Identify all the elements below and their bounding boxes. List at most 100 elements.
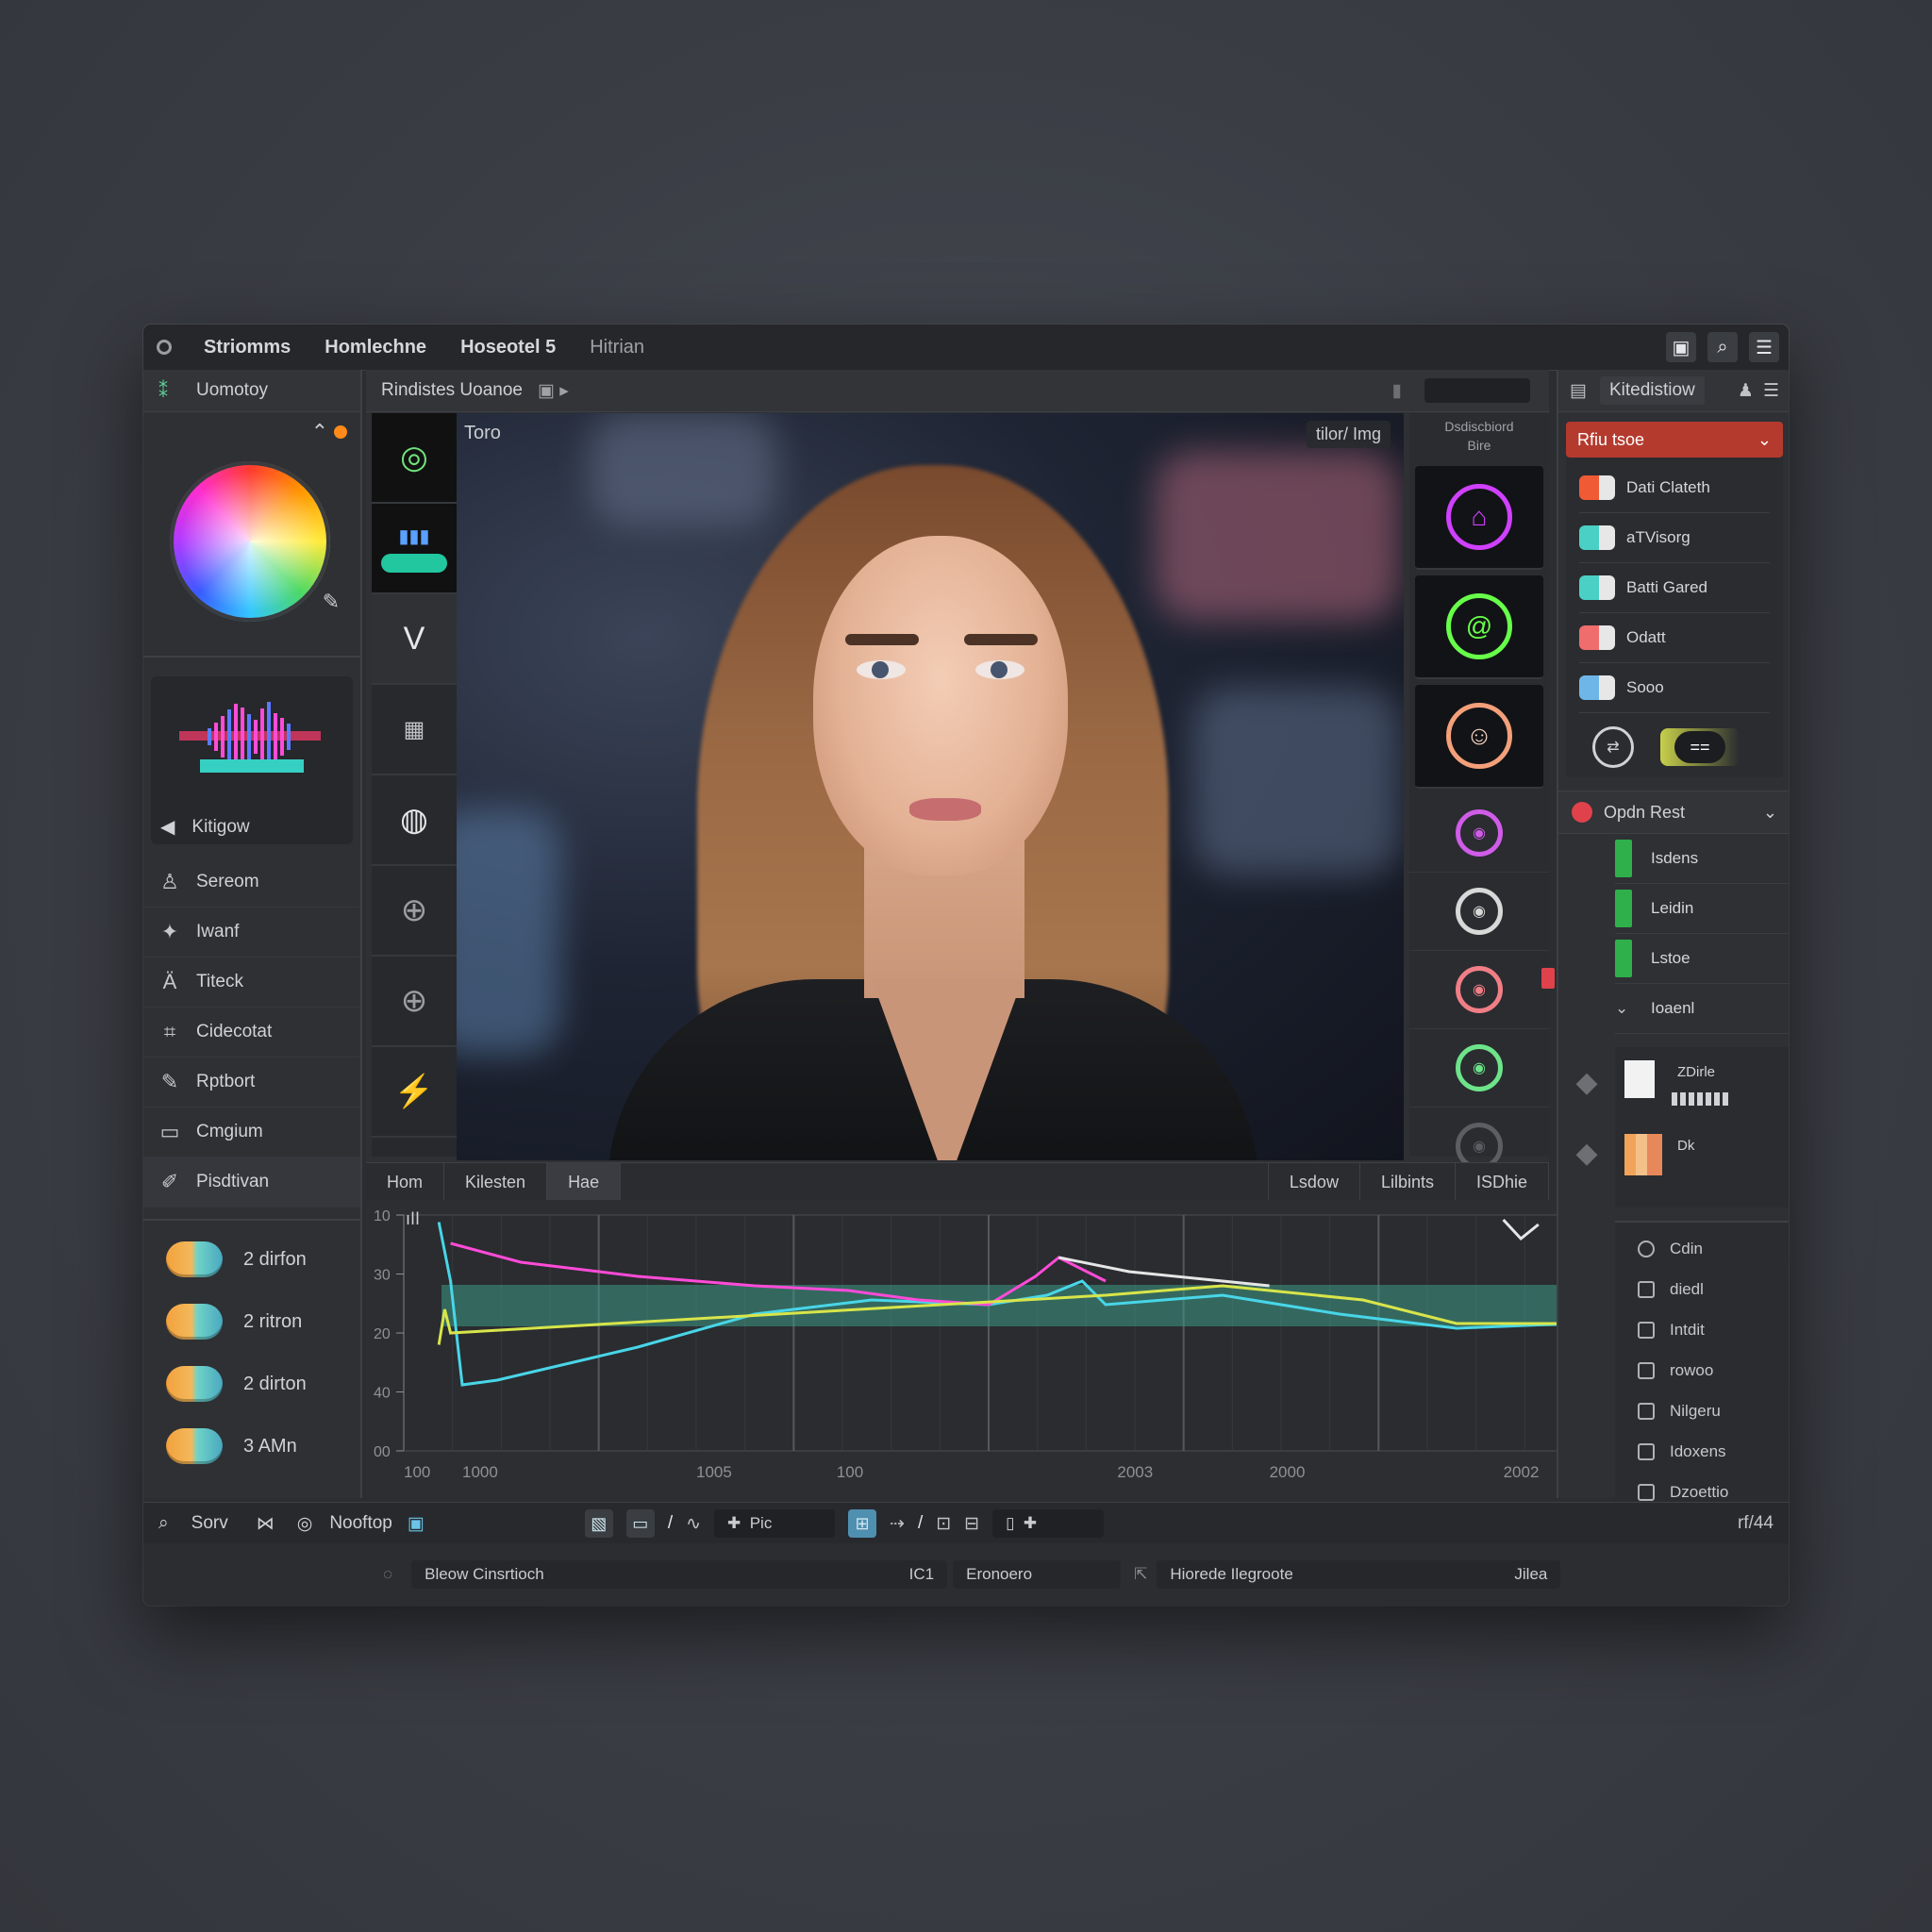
layer-item-2[interactable]: aTVisorg: [1579, 513, 1770, 563]
filter-thumb-2[interactable]: @: [1415, 575, 1543, 679]
tool-item-3[interactable]: Ä Titeck: [143, 958, 360, 1008]
color-wheel[interactable]: [170, 461, 330, 622]
wave-icon[interactable]: ∿: [686, 1513, 701, 1535]
effect-thumb-1[interactable]: ◎: [372, 413, 457, 504]
search-icon[interactable]: ⌕: [1707, 332, 1738, 362]
group-item-2[interactable]: Leidin: [1615, 884, 1789, 934]
chevron-down-icon[interactable]: ⌄: [1763, 803, 1777, 823]
record-icon[interactable]: [1572, 802, 1592, 823]
monitor-icon[interactable]: ▭: [625, 1509, 655, 1538]
eyedropper-icon[interactable]: ✎: [323, 590, 340, 614]
save-icon[interactable]: ⊟: [964, 1513, 979, 1535]
check-item-5[interactable]: Nilgeru: [1638, 1391, 1789, 1431]
tool-badge-icon[interactable]: ▣: [408, 1513, 425, 1535]
effect-thumb-3[interactable]: V: [372, 594, 457, 685]
tool-label[interactable]: Nooftop: [329, 1513, 392, 1534]
brush-icon[interactable]: /: [668, 1513, 673, 1534]
filter-ring-1[interactable]: ◉: [1409, 794, 1549, 873]
download-icon[interactable]: ⊕: [372, 866, 457, 957]
tool-item-1[interactable]: ♙ Sereom: [143, 858, 360, 908]
check-item-6[interactable]: Idoxens: [1638, 1431, 1789, 1472]
cat-icon[interactable]: ◆: [1575, 1137, 1597, 1170]
tab-kilesten[interactable]: Kilesten: [444, 1163, 548, 1201]
checkbox[interactable]: [1638, 1240, 1655, 1257]
checkbox[interactable]: [1638, 1483, 1655, 1501]
curve-graph[interactable]: 103020400010010001005100200320002002♦ıll: [366, 1200, 1619, 1498]
viewer-dropdown-icon[interactable]: ▣ ▸: [538, 380, 569, 402]
rotate-icon[interactable]: ⇄: [1592, 726, 1634, 768]
status-field-1[interactable]: Bleow Cinsrtioch IC1: [411, 1560, 948, 1589]
thumb-white[interactable]: [1624, 1060, 1655, 1098]
image-icon[interactable]: ▧: [584, 1509, 613, 1538]
timer-icon[interactable]: ◍: [372, 775, 457, 866]
user-icon[interactable]: ♟: [1738, 380, 1754, 402]
grid-icon[interactable]: ▦: [372, 685, 457, 775]
status-field-2[interactable]: Eronoero: [953, 1560, 1122, 1589]
layer-item-5[interactable]: Sooo: [1579, 663, 1770, 713]
check-item-1[interactable]: Cdin: [1638, 1228, 1789, 1269]
check-item-4[interactable]: rowoo: [1638, 1350, 1789, 1391]
group-item-4[interactable]: ⌄ Ioaenl: [1615, 984, 1789, 1034]
checkbox[interactable]: [1638, 1361, 1655, 1379]
layer-item-4[interactable]: Odatt: [1579, 613, 1770, 663]
checkbox[interactable]: [1638, 1280, 1655, 1298]
tab-lilbints[interactable]: Lilbints: [1360, 1163, 1456, 1201]
viewer-lock-icon[interactable]: ▮: [1392, 380, 1402, 402]
toggle-icon[interactable]: ==: [1660, 728, 1740, 766]
clip-item-1[interactable]: 2 dirfon: [143, 1228, 360, 1291]
transform-icon[interactable]: ⇢: [890, 1513, 905, 1535]
viewer-zoom-field[interactable]: [1424, 378, 1530, 403]
checkbox[interactable]: [1638, 1402, 1655, 1420]
curve-icon[interactable]: ⌃: [311, 420, 328, 444]
layers-toggle-icon[interactable]: ⁑: [158, 379, 168, 403]
checkbox[interactable]: [1638, 1442, 1655, 1460]
blend-mode-dropdown[interactable]: Rfiu tsoe ⌄: [1566, 422, 1783, 458]
menu-icon[interactable]: ☰: [1749, 332, 1779, 362]
effect-thumb-2[interactable]: ▮▮▮: [372, 504, 457, 594]
tab-home[interactable]: Hom: [366, 1163, 445, 1201]
grid-icon[interactable]: ⊞: [848, 1509, 877, 1538]
check-item-3[interactable]: Intdit: [1638, 1309, 1789, 1350]
chat-icon[interactable]: ◆: [1575, 1066, 1597, 1099]
filter-ring-4[interactable]: ◉: [1409, 1029, 1549, 1108]
pen-icon[interactable]: /: [918, 1513, 923, 1534]
options-icon[interactable]: ☰: [1763, 380, 1779, 402]
check-item-2[interactable]: diedl: [1638, 1269, 1789, 1309]
menu-item-4[interactable]: Hitrian: [573, 337, 661, 358]
speaker-icon[interactable]: ◀: [160, 815, 175, 839]
clip-item-3[interactable]: 2 dirton: [143, 1353, 360, 1415]
filter-thumb-1[interactable]: ⌂: [1415, 466, 1543, 570]
group-item-1[interactable]: Isdens: [1615, 834, 1789, 884]
stamp-icon[interactable]: ⊡: [936, 1513, 951, 1535]
tool-item-5[interactable]: ✎ Rptbort: [143, 1058, 360, 1108]
filter-thumb-3[interactable]: ☺: [1415, 685, 1543, 789]
tool-item-7[interactable]: ✐ Pisdtivan: [143, 1158, 360, 1208]
tool-item-4[interactable]: ⌗ Cidecotat: [143, 1008, 360, 1058]
clip-item-4[interactable]: 3 AMn: [143, 1415, 360, 1477]
clip-item-2[interactable]: 2 ritron: [143, 1291, 360, 1353]
tab-isdhie[interactable]: ISDhie: [1456, 1163, 1549, 1201]
info-icon[interactable]: ⊕: [372, 957, 457, 1047]
tab-lsdow[interactable]: Lsdow: [1267, 1163, 1360, 1201]
search-label[interactable]: Sorv: [192, 1513, 228, 1534]
plus-field[interactable]: ▯ ✚: [992, 1509, 1105, 1538]
menu-item-3[interactable]: Hoseotel 5: [443, 337, 573, 358]
filter-ring-3[interactable]: ◉: [1409, 951, 1549, 1029]
tool-item-2[interactable]: ✦ Iwanf: [143, 908, 360, 958]
bolt-icon[interactable]: ⚡: [372, 1047, 457, 1138]
layer-item-1[interactable]: Dati Clateth: [1579, 463, 1770, 513]
menu-item-1[interactable]: Striomms: [187, 337, 308, 358]
filter-ring-2[interactable]: ◉: [1409, 873, 1549, 951]
panel-icon[interactable]: ▤: [1570, 380, 1587, 402]
delete-icon[interactable]: [1541, 968, 1555, 989]
node-icon[interactable]: ⋈: [257, 1513, 275, 1535]
status-field-3[interactable]: Hiorede Ilegroote Jilea: [1157, 1560, 1561, 1589]
thumb-chart[interactable]: [1624, 1134, 1662, 1175]
target-icon[interactable]: ◎: [297, 1513, 313, 1535]
tab-hae[interactable]: Hae: [547, 1163, 622, 1201]
tool-item-6[interactable]: ▭ Cmgium: [143, 1108, 360, 1158]
search-icon[interactable]: ⌕: [158, 1513, 169, 1534]
menu-item-2[interactable]: Homlechne: [308, 337, 443, 358]
add-field[interactable]: ✚ Pic: [714, 1509, 836, 1538]
window-icon[interactable]: ▣: [1666, 332, 1696, 362]
